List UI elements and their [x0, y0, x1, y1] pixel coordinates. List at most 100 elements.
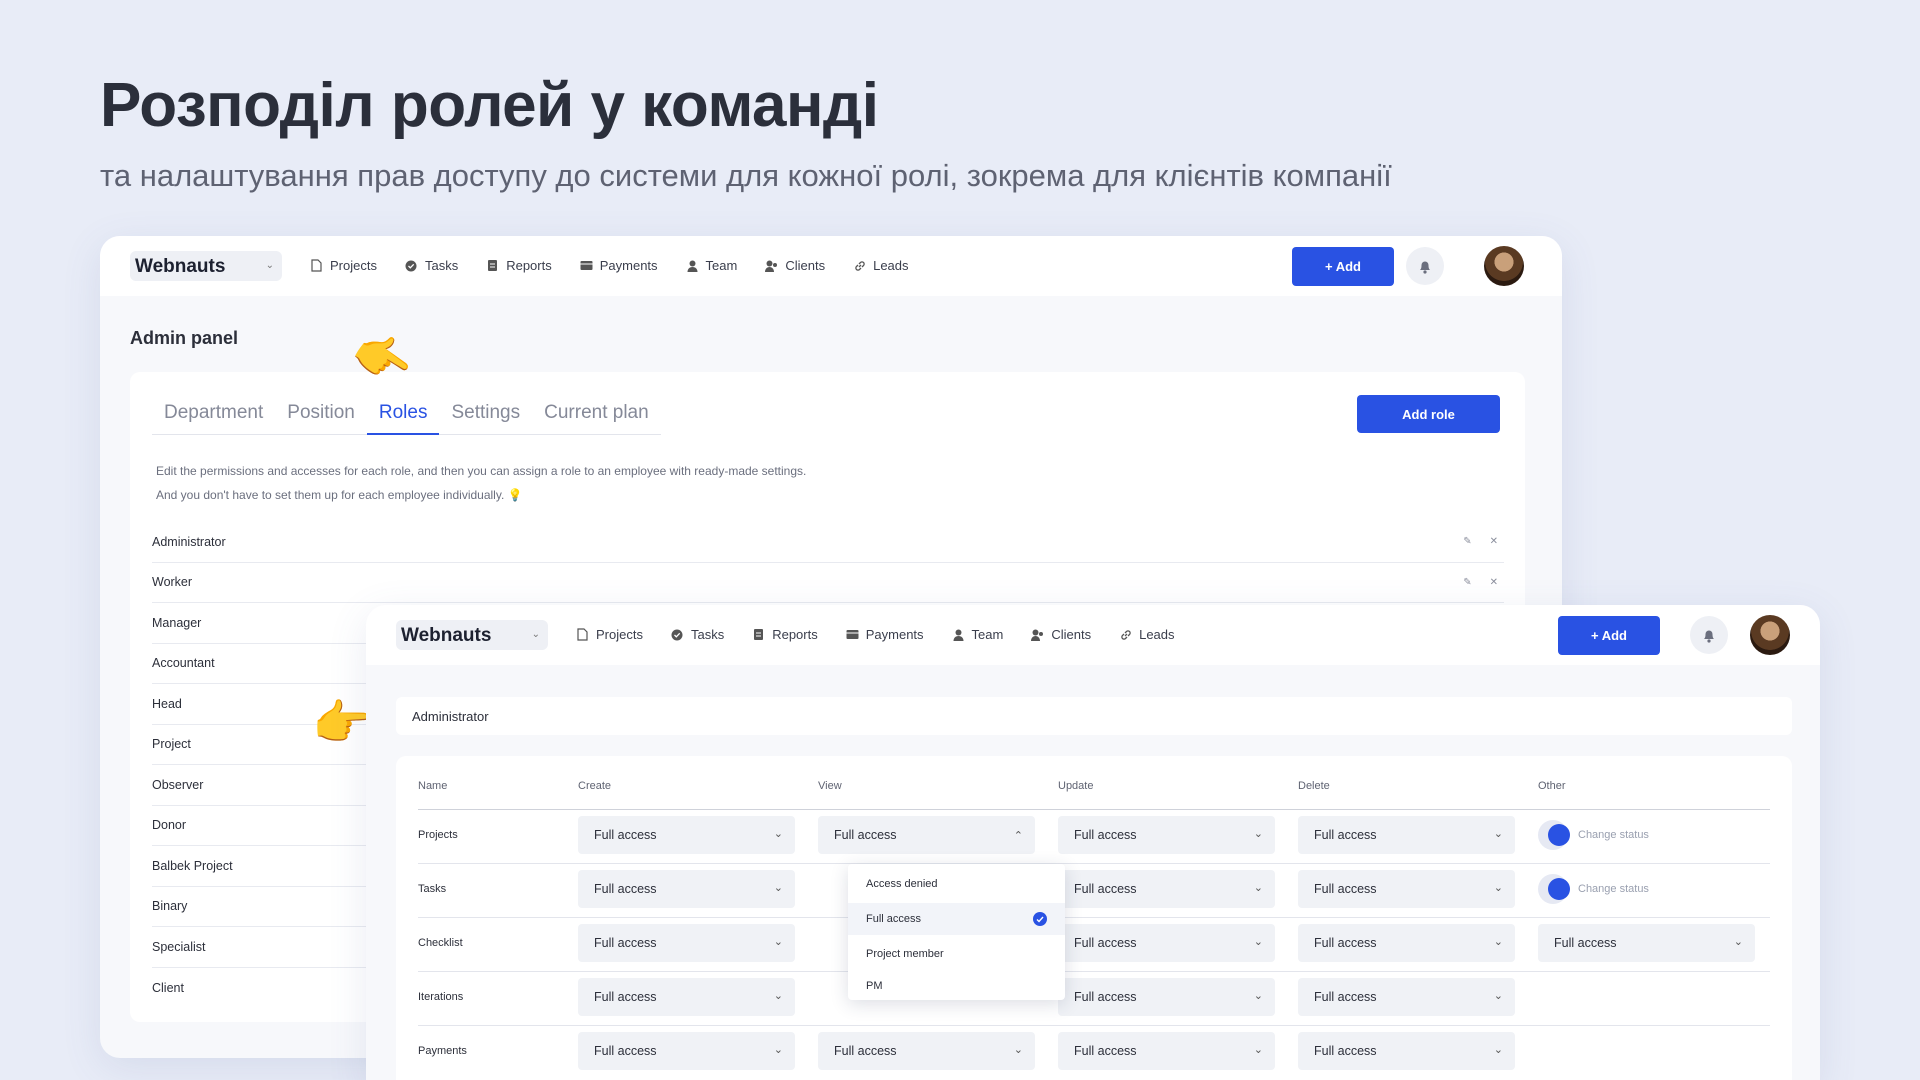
role-name: Specialist — [152, 939, 206, 954]
nav-item-tasks[interactable]: Tasks — [405, 258, 458, 273]
other-select[interactable]: Full access ⌄ — [1538, 924, 1755, 962]
dropdown-option-selected[interactable]: Full access — [848, 903, 1065, 935]
view-select[interactable]: Full access ⌃ — [818, 816, 1035, 854]
nav-item-payments[interactable]: Payments — [846, 627, 924, 642]
nav-item-clients[interactable]: Clients — [1031, 627, 1091, 642]
select-value: Full access — [1074, 828, 1137, 842]
update-select[interactable]: Full access ⌄ — [1058, 924, 1275, 962]
nav-item-team[interactable]: Team — [952, 627, 1004, 642]
tab-settings[interactable]: Settings — [439, 402, 532, 434]
notification-bell-icon[interactable] — [1690, 616, 1728, 654]
edit-pencil-icon[interactable]: ✎ — [1463, 577, 1471, 588]
row-name: Projects — [418, 829, 458, 841]
nav-label: Reports — [772, 627, 818, 642]
link-icon — [1119, 628, 1132, 641]
create-select[interactable]: Full access ⌄ — [578, 816, 795, 854]
dropdown-option[interactable]: PM — [848, 970, 1065, 1002]
notification-bell-icon[interactable] — [1406, 247, 1444, 285]
role-name: Balbek Project — [152, 858, 233, 873]
nav-item-projects[interactable]: Projects — [310, 258, 377, 273]
nav-item-team[interactable]: Team — [686, 258, 738, 273]
nav-label: Payments — [599, 258, 658, 273]
admin-tabs: Department Position Roles Settings Curre… — [152, 402, 661, 435]
nav-item-leads[interactable]: Leads — [1119, 627, 1175, 642]
select-value: Full access — [1314, 1044, 1377, 1058]
select-value: Full access — [834, 828, 897, 842]
view-select[interactable]: Full access ⌄ — [818, 1032, 1035, 1070]
payments-icon — [846, 628, 859, 641]
delete-select[interactable]: Full access ⌄ — [1298, 924, 1515, 962]
add-button[interactable]: + Add — [1558, 616, 1660, 655]
delete-select[interactable]: Full access ⌄ — [1298, 816, 1515, 854]
nav-label: Leads — [873, 258, 909, 273]
nav-label: Projects — [330, 258, 377, 273]
edit-pencil-icon[interactable]: ✎ — [1463, 536, 1471, 547]
nav-item-reports[interactable]: Reports — [486, 258, 552, 273]
close-icon[interactable]: ✕ — [1490, 536, 1498, 547]
avatar[interactable] — [1484, 246, 1524, 286]
close-icon[interactable]: ✕ — [1490, 577, 1498, 588]
delete-select[interactable]: Full access ⌄ — [1298, 978, 1515, 1016]
main-nav: Projects Tasks Reports Payments Team Cli… — [282, 258, 909, 273]
workspace-selector[interactable]: Webnauts ⌄ — [396, 620, 548, 650]
roles-description: Edit the permissions and accesses for ea… — [156, 464, 807, 478]
select-value: Full access — [1074, 882, 1137, 896]
nav-item-leads[interactable]: Leads — [853, 258, 909, 273]
update-select[interactable]: Full access ⌄ — [1058, 816, 1275, 854]
toggle-label: Change status — [1578, 829, 1649, 841]
nav-label: Team — [705, 258, 738, 273]
avatar[interactable] — [1750, 615, 1790, 655]
create-select[interactable]: Full access ⌄ — [578, 978, 795, 1016]
add-role-button[interactable]: Add role — [1357, 395, 1500, 433]
update-select[interactable]: Full access ⌄ — [1058, 978, 1275, 1016]
chevron-down-icon: ⌄ — [773, 936, 783, 948]
update-select[interactable]: Full access ⌄ — [1058, 1032, 1275, 1070]
tab-department[interactable]: Department — [152, 402, 275, 434]
report-icon — [752, 628, 765, 641]
dropdown-option[interactable]: Access denied — [848, 868, 1065, 900]
option-label: Full access — [866, 913, 922, 925]
create-select[interactable]: Full access ⌄ — [578, 1032, 795, 1070]
delete-select[interactable]: Full access ⌄ — [1298, 1032, 1515, 1070]
role-item[interactable]: Worker ✎ ✕ — [152, 563, 1504, 603]
add-button[interactable]: + Add — [1292, 247, 1394, 286]
chevron-down-icon: ⌄ — [1493, 936, 1503, 948]
chevron-down-icon: ⌄ — [1253, 828, 1263, 840]
tab-roles[interactable]: Roles — [366, 402, 440, 435]
create-select[interactable]: Full access ⌄ — [578, 870, 795, 908]
chevron-down-icon: ⌄ — [1493, 1044, 1503, 1056]
select-value: Full access — [1074, 936, 1137, 950]
change-status-toggle[interactable] — [1548, 824, 1570, 846]
file-icon — [310, 259, 323, 272]
tab-position[interactable]: Position — [275, 402, 367, 434]
chevron-down-icon: ⌄ — [265, 260, 274, 271]
nav-item-tasks[interactable]: Tasks — [671, 627, 724, 642]
nav-item-clients[interactable]: Clients — [765, 258, 825, 273]
create-select[interactable]: Full access ⌄ — [578, 924, 795, 962]
select-value: Full access — [1314, 882, 1377, 896]
nav-item-reports[interactable]: Reports — [752, 627, 818, 642]
delete-select[interactable]: Full access ⌄ — [1298, 870, 1515, 908]
report-icon — [486, 259, 499, 272]
role-name-input[interactable]: Administrator — [396, 697, 1792, 735]
nav-item-projects[interactable]: Projects — [576, 627, 643, 642]
chevron-down-icon: ⌄ — [773, 1044, 783, 1056]
workspace-name: Webnauts — [401, 625, 492, 646]
select-value: Full access — [1074, 1044, 1137, 1058]
chevron-down-icon: ⌄ — [1253, 990, 1263, 1002]
check-circle-icon — [405, 259, 418, 272]
tab-current-plan[interactable]: Current plan — [532, 402, 661, 434]
row-name: Tasks — [418, 883, 447, 895]
top-navbar: Webnauts ⌄ Projects Tasks Reports Payment… — [100, 236, 1562, 296]
nav-item-payments[interactable]: Payments — [580, 258, 658, 273]
nav-label: Team — [971, 627, 1004, 642]
chevron-down-icon: ⌄ — [1493, 882, 1503, 894]
pointing-hand-icon: 👉 — [312, 697, 372, 750]
dropdown-option[interactable]: Project member — [848, 938, 1065, 970]
change-status-toggle[interactable] — [1548, 878, 1570, 900]
chevron-down-icon: ⌄ — [531, 629, 540, 640]
workspace-selector[interactable]: Webnauts ⌄ — [130, 251, 282, 281]
update-select[interactable]: Full access ⌄ — [1058, 870, 1275, 908]
select-value: Full access — [594, 1044, 657, 1058]
role-item[interactable]: Administrator ✎ ✕ — [152, 522, 1504, 563]
